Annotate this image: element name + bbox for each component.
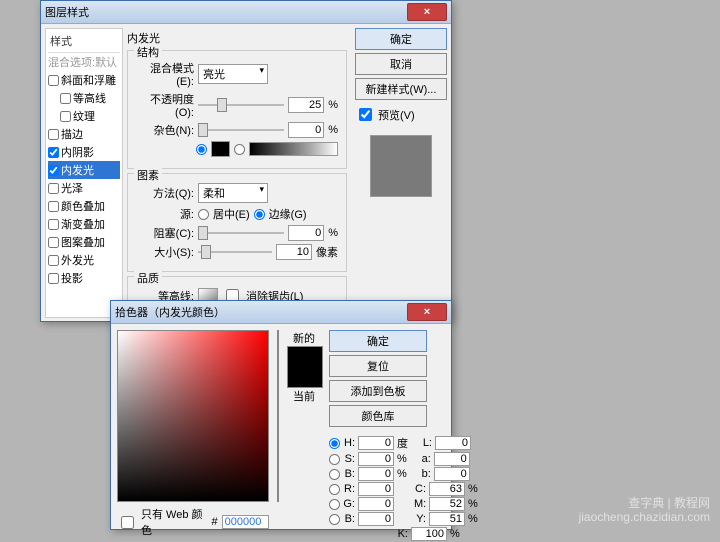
sidebar-item-6[interactable]: 内发光	[48, 161, 120, 179]
titlebar: 拾色器（内发光颜色） ×	[111, 301, 451, 324]
bl-input[interactable]: 0	[358, 512, 394, 526]
cancel-button[interactable]: 取消	[355, 53, 447, 75]
b2-input[interactable]: 0	[434, 467, 470, 481]
a-input[interactable]: 0	[434, 452, 470, 466]
choke-input[interactable]: 0	[288, 225, 324, 241]
s-radio[interactable]	[329, 454, 340, 465]
method-combo[interactable]: 柔和	[198, 183, 268, 203]
gradient-radio[interactable]	[234, 144, 245, 155]
watermark: 查字典 | 教程网 jiaocheng.chazidian.com	[579, 496, 710, 524]
close-icon[interactable]: ×	[407, 3, 447, 21]
b-input[interactable]: 0	[358, 467, 394, 481]
add-swatch-button[interactable]: 添加到色板	[329, 380, 427, 402]
ok-button[interactable]: 确定	[329, 330, 427, 352]
new-style-button[interactable]: 新建样式(W)...	[355, 78, 447, 100]
choke-slider[interactable]	[198, 226, 284, 240]
g-radio[interactable]	[329, 499, 340, 510]
sidebar-checkbox[interactable]	[60, 93, 71, 104]
m-input[interactable]: 52	[429, 497, 465, 511]
sidebar-checkbox[interactable]	[48, 237, 59, 248]
color-radio[interactable]	[196, 144, 207, 155]
y-input[interactable]: 51	[429, 512, 465, 526]
close-icon[interactable]: ×	[407, 303, 447, 321]
sidebar-item-10[interactable]: 图案叠加	[48, 233, 120, 251]
sidebar-checkbox[interactable]	[48, 129, 59, 140]
sidebar-item-4[interactable]: 描边	[48, 125, 120, 143]
reset-button[interactable]: 复位	[329, 355, 427, 377]
c-input[interactable]: 63	[429, 482, 465, 496]
h-input[interactable]: 0	[358, 436, 394, 450]
source-center-radio[interactable]	[198, 209, 209, 220]
new-color-swatch	[287, 346, 323, 388]
gradient-swatch[interactable]	[249, 142, 338, 156]
source-edge-radio[interactable]	[254, 209, 265, 220]
sidebar-item-3[interactable]: 纹理	[48, 107, 120, 125]
opacity-slider[interactable]	[198, 98, 284, 112]
style-sidebar: 样式 混合选项:默认斜面和浮雕等高线纹理描边内阴影内发光光泽颜色叠加渐变叠加图案…	[45, 28, 123, 318]
noise-input[interactable]: 0	[288, 122, 324, 138]
size-slider[interactable]	[198, 245, 272, 259]
sidebar-item-12[interactable]: 投影	[48, 269, 120, 287]
opacity-input[interactable]: 25	[288, 97, 324, 113]
blend-mode-combo[interactable]: 亮光	[198, 64, 268, 84]
bl-radio[interactable]	[329, 514, 340, 525]
sidebar-item-0[interactable]: 混合选项:默认	[48, 53, 120, 71]
ok-button[interactable]: 确定	[355, 28, 447, 50]
layer-style-dialog: 图层样式 × 样式 混合选项:默认斜面和浮雕等高线纹理描边内阴影内发光光泽颜色叠…	[40, 0, 452, 322]
window-title: 拾色器（内发光颜色）	[115, 304, 407, 320]
sidebar-checkbox[interactable]	[60, 111, 71, 122]
sidebar-item-7[interactable]: 光泽	[48, 179, 120, 197]
b-radio[interactable]	[329, 469, 340, 480]
sidebar-item-1[interactable]: 斜面和浮雕	[48, 71, 120, 89]
size-input[interactable]: 10	[276, 244, 312, 260]
sidebar-item-11[interactable]: 外发光	[48, 251, 120, 269]
k-input[interactable]: 100	[411, 527, 447, 541]
preview-checkbox[interactable]	[359, 108, 372, 121]
sidebar-checkbox[interactable]	[48, 255, 59, 266]
blend-mode-label: 混合模式(E):	[136, 60, 194, 88]
preview-swatch	[370, 135, 432, 197]
group-elements: 图素 方法(Q): 柔和 源: 居中(E) 边缘(G) 阻塞(C): 0 %	[127, 173, 347, 272]
sidebar-checkbox[interactable]	[48, 273, 59, 284]
sidebar-header: 样式	[48, 31, 120, 53]
color-picker-dialog: 拾色器（内发光颜色） × 只有 Web 颜色 # 000000 新的 当前 确定…	[110, 300, 452, 530]
sidebar-checkbox[interactable]	[48, 201, 59, 212]
titlebar: 图层样式 ×	[41, 1, 451, 24]
group-structure: 结构 混合模式(E): 亮光 不透明度(O): 25 % 杂色(N): 0 %	[127, 50, 347, 169]
sidebar-item-2[interactable]: 等高线	[48, 89, 120, 107]
r-radio[interactable]	[329, 484, 340, 495]
color-libs-button[interactable]: 颜色库	[329, 405, 427, 427]
sidebar-item-8[interactable]: 颜色叠加	[48, 197, 120, 215]
color-swatch[interactable]	[211, 141, 230, 157]
hex-input[interactable]: 000000	[222, 515, 269, 529]
color-field[interactable]	[117, 330, 269, 502]
g-input[interactable]: 0	[358, 497, 394, 511]
window-title: 图层样式	[45, 4, 407, 20]
sidebar-checkbox[interactable]	[48, 147, 59, 158]
r-input[interactable]: 0	[358, 482, 394, 496]
hue-slider[interactable]	[277, 330, 279, 502]
sidebar-item-5[interactable]: 内阴影	[48, 143, 120, 161]
noise-slider[interactable]	[198, 123, 284, 137]
h-radio[interactable]	[329, 438, 340, 449]
sidebar-checkbox[interactable]	[48, 165, 59, 176]
sidebar-checkbox[interactable]	[48, 219, 59, 230]
l-input[interactable]: 0	[435, 436, 471, 450]
s-input[interactable]: 0	[358, 452, 394, 466]
sidebar-checkbox[interactable]	[48, 75, 59, 86]
sidebar-checkbox[interactable]	[48, 183, 59, 194]
sidebar-item-9[interactable]: 渐变叠加	[48, 215, 120, 233]
web-colors-checkbox[interactable]	[121, 516, 134, 529]
